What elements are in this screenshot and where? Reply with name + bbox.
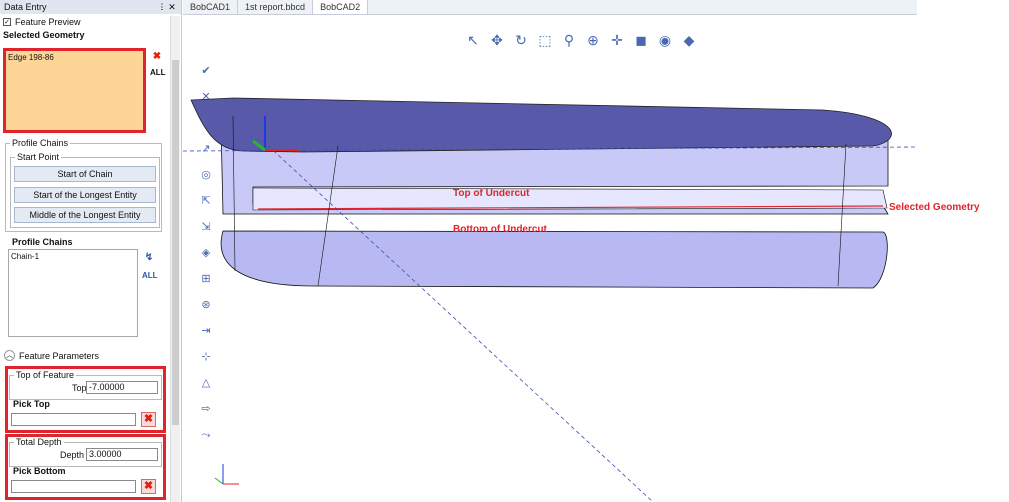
profile-chains-legend: Profile Chains <box>12 138 69 148</box>
start-of-chain-button[interactable]: Start of Chain <box>14 166 156 182</box>
select-loop-icon[interactable]: △ <box>195 372 217 394</box>
part-model[interactable] <box>182 16 918 502</box>
bottom-of-undercut-label: Bottom of Undercut <box>453 224 547 235</box>
chain-item[interactable]: Chain-1 <box>11 252 135 261</box>
depth-label: Depth <box>60 450 85 460</box>
document-tabs: BobCAD1 1st report.bbcd BobCAD2 <box>183 0 917 15</box>
feature-preview-checkbox[interactable]: ✓ <box>3 18 11 26</box>
zoom-icon[interactable]: ⚲ <box>559 32 579 49</box>
top-label: Top <box>72 383 87 393</box>
view-toolbar: ↖ ✥ ↻ ⬚ ⚲ ⊕ ✛ ◼ ◉ ◆ <box>463 32 699 49</box>
panel-title-bar: Data Entry ⵗ ✕ <box>0 0 181 14</box>
top-of-undercut-label: Top of Undercut <box>453 188 530 199</box>
selected-geometry-list[interactable]: Edge 198-86 <box>3 48 146 133</box>
select-feature-icon[interactable]: ⇱ <box>195 190 217 212</box>
select-edge-icon[interactable]: ⇥ <box>195 320 217 342</box>
start-longest-entity-button[interactable]: Start of the Longest Entity <box>14 187 156 203</box>
select-all-icon[interactable]: ⊛ <box>195 294 217 316</box>
select-path-icon[interactable]: ⤳ <box>195 424 217 446</box>
pointer-icon[interactable]: ↖ <box>463 32 483 49</box>
3d-viewport[interactable] <box>182 16 918 502</box>
middle-longest-entity-button[interactable]: Middle of the Longest Entity <box>14 207 156 223</box>
select-face-icon[interactable]: ⇲ <box>195 216 217 238</box>
top-input[interactable]: -7.00000 <box>86 381 158 394</box>
zoom-window-icon[interactable]: ⬚ <box>535 32 555 49</box>
panel-title: Data Entry <box>4 2 47 12</box>
remove-selection-icon[interactable]: ✖ <box>150 50 164 64</box>
pick-top-field[interactable] <box>11 413 136 426</box>
scrollbar-thumb[interactable] <box>172 60 179 425</box>
render-icon[interactable]: ◆ <box>679 32 699 49</box>
select-point-icon[interactable]: ⊹ <box>195 346 217 368</box>
tab-1st-report[interactable]: 1st report.bbcd <box>238 0 314 14</box>
select-region-icon[interactable]: ⊞ <box>195 268 217 290</box>
select-icon[interactable]: ↖ <box>195 112 217 134</box>
select-chain-icon[interactable]: ↗ <box>195 138 217 160</box>
select-circle-icon[interactable]: ◎ <box>195 164 217 186</box>
accept-icon[interactable]: ✔ <box>195 60 217 82</box>
remove-all-icon[interactable]: ALL <box>150 66 166 80</box>
close-icon[interactable]: ✕ <box>167 2 177 13</box>
sketch-toolbar: ✔ ✕ ↖ ↗ ◎ ⇱ ⇲ ◈ ⊞ ⊛ ⇥ ⊹ △ ⇨ ⤳ <box>195 60 223 450</box>
collapse-icon[interactable]: ︿ <box>4 350 15 361</box>
select-vertex-icon[interactable]: ⇨ <box>195 398 217 420</box>
profile-chains-list[interactable]: Chain-1 <box>8 249 138 337</box>
visibility-icon[interactable]: ◉ <box>655 32 675 49</box>
plane-icon[interactable]: ✛ <box>607 32 627 49</box>
rotate-icon[interactable]: ↻ <box>511 32 531 49</box>
tab-bobcad1[interactable]: BobCAD1 <box>183 0 239 14</box>
pick-top-label: Pick Top <box>13 399 50 409</box>
selected-geometry-title: Selected Geometry <box>3 30 85 40</box>
top-of-feature-legend: Top of Feature <box>16 370 75 380</box>
depth-input[interactable]: 3.00000 <box>86 448 158 461</box>
pin-icon[interactable]: ⵗ <box>157 2 167 13</box>
clear-pick-bottom-button[interactable]: ✖ <box>141 479 156 494</box>
total-depth-legend: Total Depth <box>16 437 62 447</box>
panel-scrollbar[interactable] <box>170 16 180 502</box>
app-root: Data Entry ⵗ ✕ ✓ Feature Preview Selecte… <box>0 0 1009 502</box>
all-chains-icon[interactable]: ALL <box>142 269 158 283</box>
start-point-legend: Start Point <box>17 152 60 162</box>
data-entry-panel: Data Entry ⵗ ✕ ✓ Feature Preview Selecte… <box>0 0 182 502</box>
pick-bottom-field[interactable] <box>11 480 136 493</box>
feature-preview-row[interactable]: ✓ Feature Preview <box>0 14 181 30</box>
feature-parameters-label: Feature Parameters <box>19 350 100 361</box>
profile-chains-label: Profile Chains <box>12 237 73 247</box>
feature-parameters-header[interactable]: ︿ Feature Parameters <box>4 350 99 361</box>
select-solid-icon[interactable]: ◈ <box>195 242 217 264</box>
cancel-icon[interactable]: ✕ <box>195 86 217 108</box>
chain-direction-icon[interactable]: ↯ <box>142 251 156 265</box>
feature-preview-label: Feature Preview <box>15 17 81 27</box>
tab-bobcad2[interactable]: BobCAD2 <box>313 0 369 14</box>
clear-pick-top-button[interactable]: ✖ <box>141 412 156 427</box>
selected-geometry-label: Selected Geometry <box>889 202 980 213</box>
pan-icon[interactable]: ✥ <box>487 32 507 49</box>
selected-geometry-item[interactable]: Edge 198-86 <box>8 53 141 62</box>
zoom-extents-icon[interactable]: ⊕ <box>583 32 603 49</box>
pick-bottom-label: Pick Bottom <box>13 466 66 476</box>
shaded-cube-icon[interactable]: ◼ <box>631 32 651 49</box>
